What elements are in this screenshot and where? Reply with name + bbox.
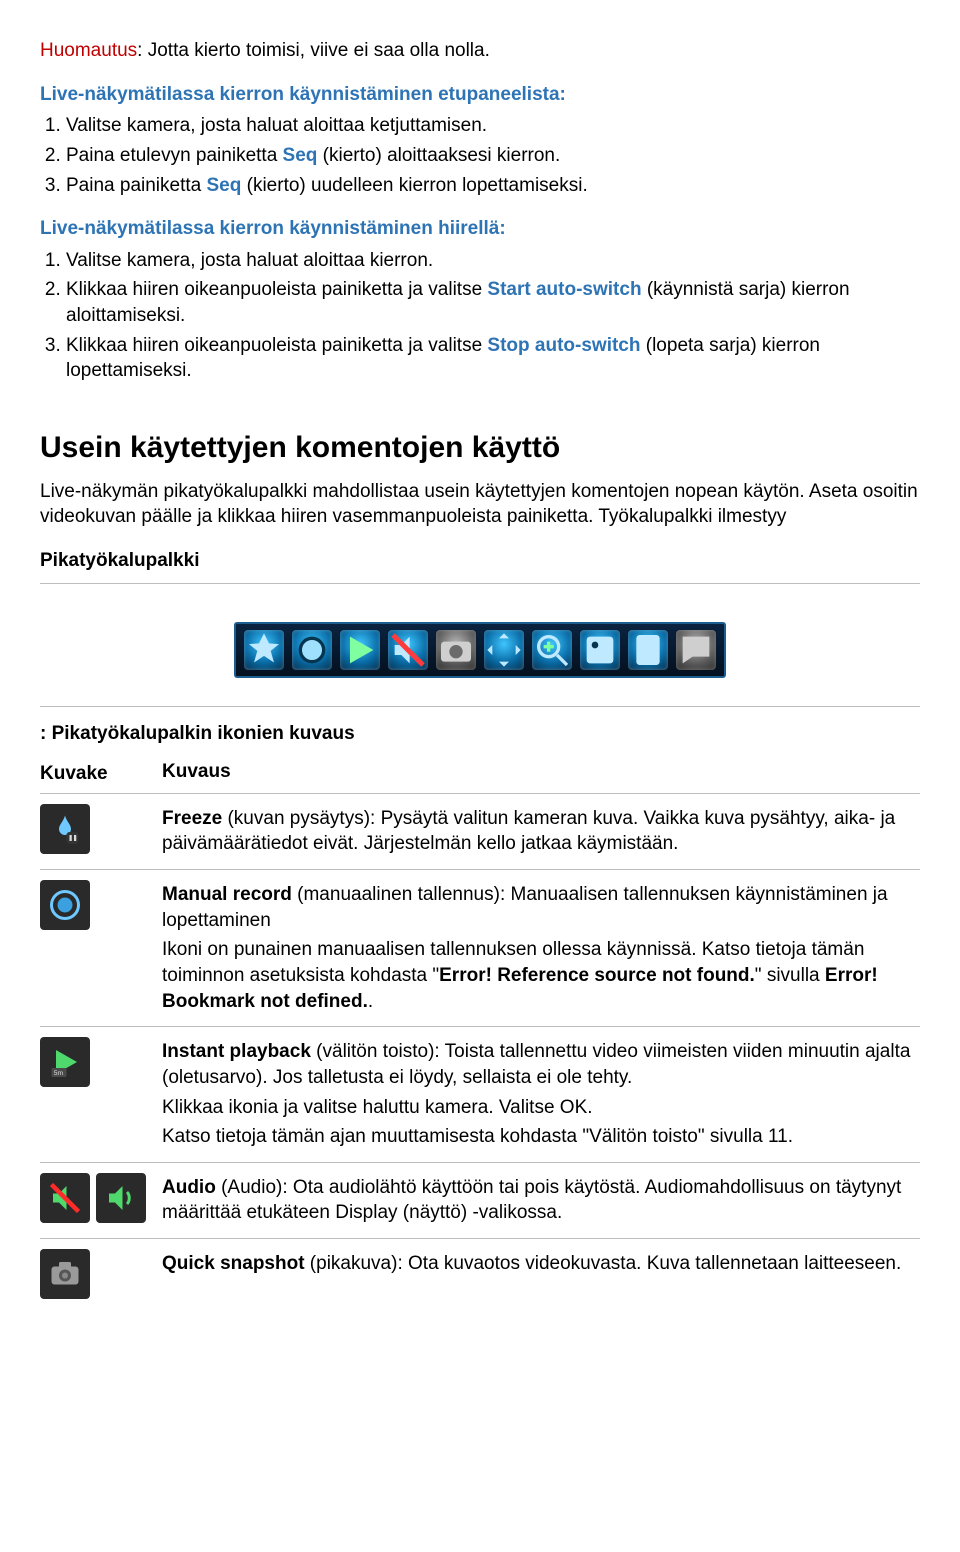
list-text: (kierto) uudelleen kierron lopettamiseks…: [241, 175, 587, 196]
table-header: Kuvake Kuvaus: [40, 755, 920, 793]
list-text: (kierto) aloittaaksesi kierron.: [317, 145, 560, 166]
row-title: Quick snapshot: [162, 1253, 305, 1274]
list-text: Klikkaa hiiren oikeanpuoleista painikett…: [66, 335, 487, 356]
seq-label: Seq: [207, 175, 242, 196]
list-item: Valitse kamera, josta haluat aloittaa ki…: [66, 248, 920, 274]
desc-cell: Manual record (manuaalinen tallennus): M…: [162, 878, 920, 1018]
desc-cell: Quick snapshot (pikakuva): Ota kuvaotos …: [162, 1247, 920, 1299]
playback-icon: [340, 630, 380, 670]
icon-cell: [40, 1247, 150, 1299]
row-text: (pikakuva): Ota kuvaotos videokuvasta. K…: [305, 1253, 902, 1274]
table-row: 5m Instant playback (välitön toisto): To…: [40, 1026, 920, 1162]
list-text: Paina painiketta: [66, 175, 207, 196]
th-desc: Kuvaus: [162, 759, 920, 787]
row-title: Instant playback: [162, 1041, 311, 1062]
freeze-icon: [40, 804, 90, 854]
table-title: : Pikatyökalupalkin ikonien kuvaus: [40, 721, 920, 747]
table-row: Manual record (manuaalinen tallennus): M…: [40, 869, 920, 1026]
list-text: Klikkaa hiiren oikeanpuoleista painikett…: [66, 279, 487, 300]
icon-description-table: Kuvake Kuvaus Freeze (kuvan pysäytys): P…: [40, 755, 920, 1307]
row-title: Freeze: [162, 808, 222, 829]
zoom-icon: [532, 630, 572, 670]
section-title: Usein käytettyjen komentojen käyttö: [40, 428, 920, 469]
note-label: Huomautus: [40, 40, 137, 61]
toolbar-label: Pikatyökalupalkki: [40, 548, 920, 574]
svg-text:5m: 5m: [54, 1070, 64, 1077]
start-autoswitch-label: Start auto-switch: [487, 279, 641, 300]
icon-cell: [40, 878, 150, 1018]
icon-cell: 5m: [40, 1035, 150, 1154]
ptz-icon: [484, 630, 524, 670]
list-text: Valitse kamera, josta haluat aloittaa ke…: [66, 115, 487, 136]
row-title: Manual record: [162, 884, 292, 905]
snapshot-icon: [40, 1249, 90, 1299]
record-icon: [292, 630, 332, 670]
desc-cell: Instant playback (välitön toisto): Toist…: [162, 1035, 920, 1154]
divider: [40, 706, 920, 707]
freeze-icon: [244, 630, 284, 670]
divider: [40, 583, 920, 584]
panel-list: Valitse kamera, josta haluat aloittaa ke…: [40, 113, 920, 198]
close-icon: [628, 630, 668, 670]
list-item: Paina etulevyn painiketta Seq (kierto) a…: [66, 143, 920, 169]
list-item: Paina painiketta Seq (kierto) uudelleen …: [66, 173, 920, 199]
desc-cell: Freeze (kuvan pysäytys): Pysäytä valitun…: [162, 802, 920, 861]
icon-cell: [40, 1171, 150, 1230]
icon-cell: [40, 802, 150, 861]
seq-label: Seq: [283, 145, 318, 166]
row-text: Klikkaa ikonia ja valitse haluttu kamera…: [162, 1095, 920, 1121]
toolbar-image: [40, 622, 920, 678]
row-text: .: [368, 991, 373, 1012]
audio-on-icon: [96, 1173, 146, 1223]
row-text: Katso tietoja tämän ajan muuttamisesta k…: [162, 1124, 920, 1150]
section-text: Live-näkymän pikatyökalupalkki mahdollis…: [40, 479, 920, 530]
row-text: (kuvan pysäytys): Pysäytä valitun kamera…: [162, 808, 895, 855]
table-row: Freeze (kuvan pysäytys): Pysäytä valitun…: [40, 793, 920, 869]
heading-mouse: Live-näkymätilassa kierron käynnistämine…: [40, 216, 920, 242]
row-text: (Audio): Ota audiolähtö käyttöön tai poi…: [162, 1177, 901, 1224]
stop-autoswitch-label: Stop auto-switch: [487, 335, 640, 356]
heading-panel: Live-näkymätilassa kierron käynnistämine…: [40, 82, 920, 108]
desc-cell: Audio (Audio): Ota audiolähtö käyttöön t…: [162, 1171, 920, 1230]
audio-mute-icon: [388, 630, 428, 670]
record-icon: [40, 880, 90, 930]
list-text: Valitse kamera, josta haluat aloittaa ki…: [66, 250, 433, 271]
list-item: Klikkaa hiiren oikeanpuoleista painikett…: [66, 333, 920, 384]
error-ref: Error! Reference source not found.: [439, 965, 755, 986]
list-item: Klikkaa hiiren oikeanpuoleista painikett…: [66, 277, 920, 328]
table-row: Quick snapshot (pikakuva): Ota kuvaotos …: [40, 1238, 920, 1307]
audio-mute-icon: [40, 1173, 90, 1223]
mouse-list: Valitse kamera, josta haluat aloittaa ki…: [40, 248, 920, 384]
image-settings-icon: [580, 630, 620, 670]
table-row: Audio (Audio): Ota audiolähtö käyttöön t…: [40, 1162, 920, 1238]
chat-icon: [676, 630, 716, 670]
list-text: Paina etulevyn painiketta: [66, 145, 283, 166]
row-text: " sivulla: [755, 965, 825, 986]
note-paragraph: Huomautus: Jotta kierto toimisi, viive e…: [40, 38, 920, 64]
playback-icon: 5m: [40, 1037, 90, 1087]
quick-toolbar: [234, 622, 726, 678]
snapshot-icon: [436, 630, 476, 670]
row-title: Audio: [162, 1177, 216, 1198]
list-item: Valitse kamera, josta haluat aloittaa ke…: [66, 113, 920, 139]
th-icon: Kuvake: [40, 759, 150, 787]
note-text: : Jotta kierto toimisi, viive ei saa oll…: [137, 40, 490, 61]
